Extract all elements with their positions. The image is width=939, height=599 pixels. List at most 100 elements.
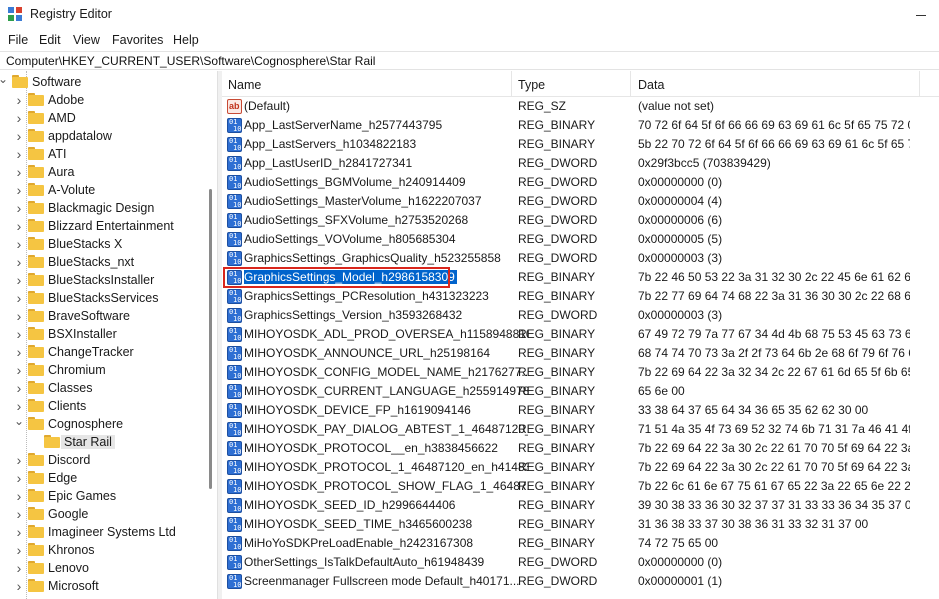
- chevron-right-icon[interactable]: ›: [14, 111, 24, 125]
- tree-scrollbar[interactable]: [205, 71, 217, 599]
- menu-favorites[interactable]: Favorites: [112, 33, 163, 47]
- tree-item[interactable]: › Imagineer Systems Ltd: [0, 523, 205, 541]
- value-row[interactable]: Screenmanager Fullscreen mode Default_h4…: [222, 572, 939, 591]
- value-row[interactable]: OtherSettings_IsTalkDefaultAuto_h6194843…: [222, 553, 939, 572]
- chevron-right-icon[interactable]: ›: [14, 363, 24, 377]
- tree-item[interactable]: › ChangeTracker: [0, 343, 205, 361]
- chevron-right-icon[interactable]: ›: [14, 291, 24, 305]
- tree-item[interactable]: › Lenovo: [0, 559, 205, 577]
- chevron-right-icon[interactable]: ›: [14, 201, 24, 215]
- address-path[interactable]: Computer\HKEY_CURRENT_USER\Software\Cogn…: [6, 54, 375, 68]
- chevron-right-icon[interactable]: ›: [14, 255, 24, 269]
- tree-item[interactable]: › Blackmagic Design: [0, 199, 205, 217]
- value-row[interactable]: App_LastServerName_h2577443795 REG_BINARY…: [222, 116, 939, 135]
- value-row[interactable]: (Default) REG_SZ (value not set): [222, 97, 939, 116]
- tree-item[interactable]: › Adobe: [0, 91, 205, 109]
- value-row[interactable]: AudioSettings_MasterVolume_h1622207037 RE…: [222, 192, 939, 211]
- value-row[interactable]: GraphicsSettings_Model_h2986158309REG_BI…: [222, 267, 939, 288]
- tree-item[interactable]: › Edge: [0, 469, 205, 487]
- tree-item[interactable]: › ATI: [0, 145, 205, 163]
- value-row[interactable]: MIHOYOSDK_PROTOCOL_SHOW_FLAG_1_46487...R…: [222, 477, 939, 496]
- chevron-down-icon[interactable]: ⌄: [0, 73, 8, 85]
- value-row[interactable]: MIHOYOSDK_PROTOCOL__en_h3838456622 REG_BI…: [222, 439, 939, 458]
- value-row[interactable]: GraphicsSettings_PCResolution_h431323223…: [222, 287, 939, 306]
- tree-item[interactable]: Star Rail: [0, 433, 205, 451]
- column-header-data[interactable]: Data: [638, 78, 664, 92]
- value-row[interactable]: MIHOYOSDK_SEED_ID_h2996644406 REG_BINARY 3…: [222, 496, 939, 515]
- value-row[interactable]: AudioSettings_BGMVolume_h240914409 REG_DW…: [222, 173, 939, 192]
- chevron-right-icon[interactable]: ›: [14, 129, 24, 143]
- chevron-right-icon[interactable]: ›: [14, 93, 24, 107]
- tree-item[interactable]: › Microsoft: [0, 577, 205, 595]
- chevron-right-icon[interactable]: ›: [14, 147, 24, 161]
- tree-item[interactable]: › Khronos: [0, 541, 205, 559]
- value-row[interactable]: MIHOYOSDK_PROTOCOL_1_46487120_en_h41483.…: [222, 458, 939, 477]
- chevron-right-icon[interactable]: ›: [14, 561, 24, 575]
- tree-item[interactable]: › A-Volute: [0, 181, 205, 199]
- tree-item[interactable]: › Classes: [0, 379, 205, 397]
- tree-item[interactable]: › appdatalow: [0, 127, 205, 145]
- tree-item[interactable]: › Clients: [0, 397, 205, 415]
- column-divider[interactable]: [630, 71, 631, 97]
- value-list[interactable]: Name Type Data (Default) REG_SZ (value not…: [222, 71, 939, 599]
- address-bar[interactable]: Computer\HKEY_CURRENT_USER\Software\Cogn…: [0, 51, 939, 70]
- tree-item[interactable]: ⌄ Software: [0, 73, 205, 91]
- chevron-right-icon[interactable]: ›: [14, 237, 24, 251]
- value-row[interactable]: App_LastUserID_h2841727341 REG_DWORD 0x29f…: [222, 154, 939, 173]
- tree-item[interactable]: › Chromium: [0, 361, 205, 379]
- value-row[interactable]: MIHOYOSDK_ADL_PROD_OVERSEA_h1158948810RE…: [222, 325, 939, 344]
- tree-item[interactable]: › BlueStacks X: [0, 235, 205, 253]
- chevron-right-icon[interactable]: ›: [14, 219, 24, 233]
- chevron-right-icon[interactable]: ›: [14, 579, 24, 593]
- tree-item[interactable]: › Discord: [0, 451, 205, 469]
- column-header-name[interactable]: Name: [228, 78, 261, 92]
- tree-item[interactable]: › AMD: [0, 109, 205, 127]
- tree-item[interactable]: › Epic Games: [0, 487, 205, 505]
- column-divider[interactable]: [511, 71, 512, 97]
- tree-item[interactable]: › BraveSoftware: [0, 307, 205, 325]
- chevron-right-icon[interactable]: ›: [14, 381, 24, 395]
- chevron-down-icon[interactable]: ⌄: [14, 415, 24, 427]
- value-row[interactable]: AudioSettings_SFXVolume_h2753520268 REG_D…: [222, 211, 939, 230]
- minimize-button[interactable]: [908, 6, 932, 24]
- column-divider[interactable]: [919, 71, 920, 97]
- chevron-right-icon[interactable]: ›: [14, 489, 24, 503]
- chevron-right-icon[interactable]: ›: [14, 471, 24, 485]
- column-header-type[interactable]: Type: [518, 78, 545, 92]
- menu-file[interactable]: File: [8, 33, 28, 47]
- value-row[interactable]: MIHOYOSDK_DEVICE_FP_h1619094146 REG_BINAR…: [222, 401, 939, 420]
- chevron-right-icon[interactable]: ›: [14, 183, 24, 197]
- value-row[interactable]: GraphicsSettings_Version_h3593268432 REG_…: [222, 306, 939, 325]
- menu-view[interactable]: View: [73, 33, 100, 47]
- tree-item[interactable]: › BlueStacksServices: [0, 289, 205, 307]
- value-row[interactable]: MIHOYOSDK_SEED_TIME_h3465600238 REG_BINAR…: [222, 515, 939, 534]
- scrollbar-thumb[interactable]: [209, 189, 212, 489]
- tree-item[interactable]: › Google: [0, 505, 205, 523]
- chevron-right-icon[interactable]: ›: [14, 525, 24, 539]
- value-row[interactable]: MIHOYOSDK_PAY_DIALOG_ABTEST_1_46487120_.…: [222, 420, 939, 439]
- key-tree[interactable]: ⌄ Software › Adobe › AMD › appdatalow › ATI › Aura ›…: [0, 71, 217, 599]
- value-row[interactable]: MIHOYOSDK_ANNOUNCE_URL_h25198164 REG_BINA…: [222, 344, 939, 363]
- tree-item[interactable]: › BlueStacks_nxt: [0, 253, 205, 271]
- menu-edit[interactable]: Edit: [39, 33, 61, 47]
- tree-item[interactable]: › Blizzard Entertainment: [0, 217, 205, 235]
- chevron-right-icon[interactable]: ›: [14, 309, 24, 323]
- chevron-right-icon[interactable]: ›: [14, 273, 24, 287]
- chevron-right-icon[interactable]: ›: [14, 327, 24, 341]
- value-row[interactable]: MiHoYoSDKPreLoadEnable_h2423167308 REG_BI…: [222, 534, 939, 553]
- tree-item[interactable]: ⌄ Cognosphere: [0, 415, 205, 433]
- value-row[interactable]: App_LastServers_h1034822183 REG_BINARY 5b …: [222, 135, 939, 154]
- chevron-right-icon[interactable]: ›: [14, 543, 24, 557]
- value-row[interactable]: MIHOYOSDK_CURRENT_LANGUAGE_h2559149783RE…: [222, 382, 939, 401]
- value-row[interactable]: AudioSettings_VOVolume_h805685304 REG_DWO…: [222, 230, 939, 249]
- chevron-right-icon[interactable]: ›: [14, 345, 24, 359]
- tree-item[interactable]: › Aura: [0, 163, 205, 181]
- value-row[interactable]: MIHOYOSDK_CONFIG_MODEL_NAME_h2176277...R…: [222, 363, 939, 382]
- chevron-right-icon[interactable]: ›: [14, 165, 24, 179]
- chevron-right-icon[interactable]: ›: [14, 399, 24, 413]
- menu-help[interactable]: Help: [173, 33, 199, 47]
- chevron-right-icon[interactable]: ›: [14, 507, 24, 521]
- tree-item[interactable]: › BSXInstaller: [0, 325, 205, 343]
- value-row[interactable]: GraphicsSettings_GraphicsQuality_h523255…: [222, 249, 939, 268]
- chevron-right-icon[interactable]: ›: [14, 453, 24, 467]
